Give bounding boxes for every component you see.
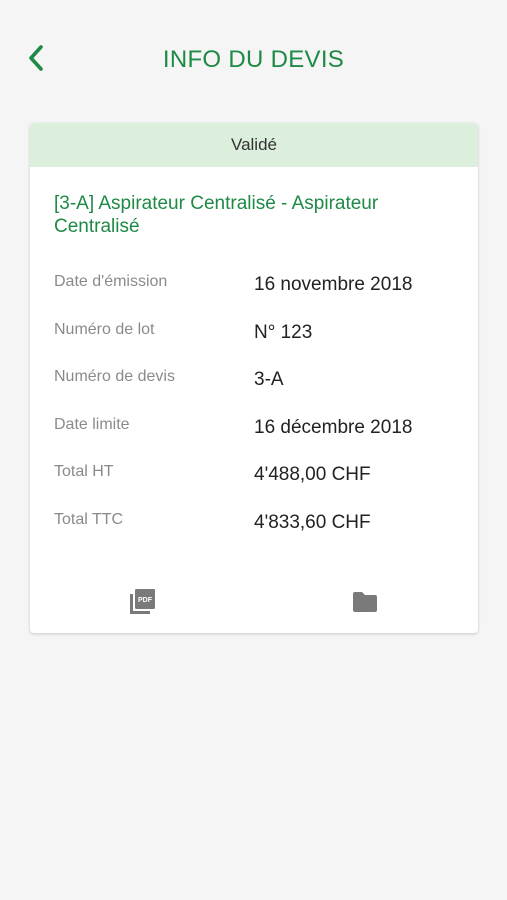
detail-label: Numéro de lot [54, 320, 155, 338]
svg-text:PDF: PDF [138, 597, 153, 604]
detail-row-total-ht: Total HT 4'488,00 CHF [54, 463, 464, 511]
detail-label: Total HT [54, 463, 114, 481]
detail-value: 3-A [254, 369, 284, 391]
detail-value: 4'488,00 CHF [254, 464, 371, 486]
app-header: INFO DU DEVIS [0, 36, 507, 84]
quote-card: Validé [3-A] Aspirateur Centralisé - Asp… [30, 123, 478, 633]
detail-value: N° 123 [254, 321, 313, 343]
folder-button[interactable] [349, 588, 381, 620]
detail-label: Numéro de devis [54, 368, 175, 386]
detail-row-quote-number: Numéro de devis 3-A [54, 368, 464, 416]
detail-label: Date limite [54, 415, 130, 433]
detail-row-lot-number: Numéro de lot N° 123 [54, 321, 464, 369]
pdf-button[interactable]: PDF [126, 588, 158, 620]
detail-value: 16 décembre 2018 [254, 416, 413, 438]
status-bar [0, 0, 507, 22]
page-title: INFO DU DEVIS [162, 46, 345, 73]
quote-details: Date d'émission 16 novembre 2018 Numéro … [54, 273, 464, 559]
detail-value: 4'833,60 CHF [254, 511, 371, 533]
folder-icon [351, 590, 379, 619]
status-banner: Validé [30, 123, 478, 167]
detail-row-issue-date: Date d'émission 16 novembre 2018 [54, 273, 464, 321]
detail-row-deadline: Date limite 16 décembre 2018 [54, 416, 464, 464]
detail-label: Date d'émission [54, 273, 168, 290]
detail-value: 16 novembre 2018 [254, 274, 413, 295]
pdf-icon: PDF [128, 588, 156, 621]
detail-row-total-ttc: Total TTC 4'833,60 CHF [54, 511, 464, 559]
detail-label: Total TTC [54, 510, 124, 528]
quote-title: [3-A] Aspirateur Centralisé - Aspirateur… [54, 193, 379, 237]
card-actions: PDF [30, 588, 478, 620]
